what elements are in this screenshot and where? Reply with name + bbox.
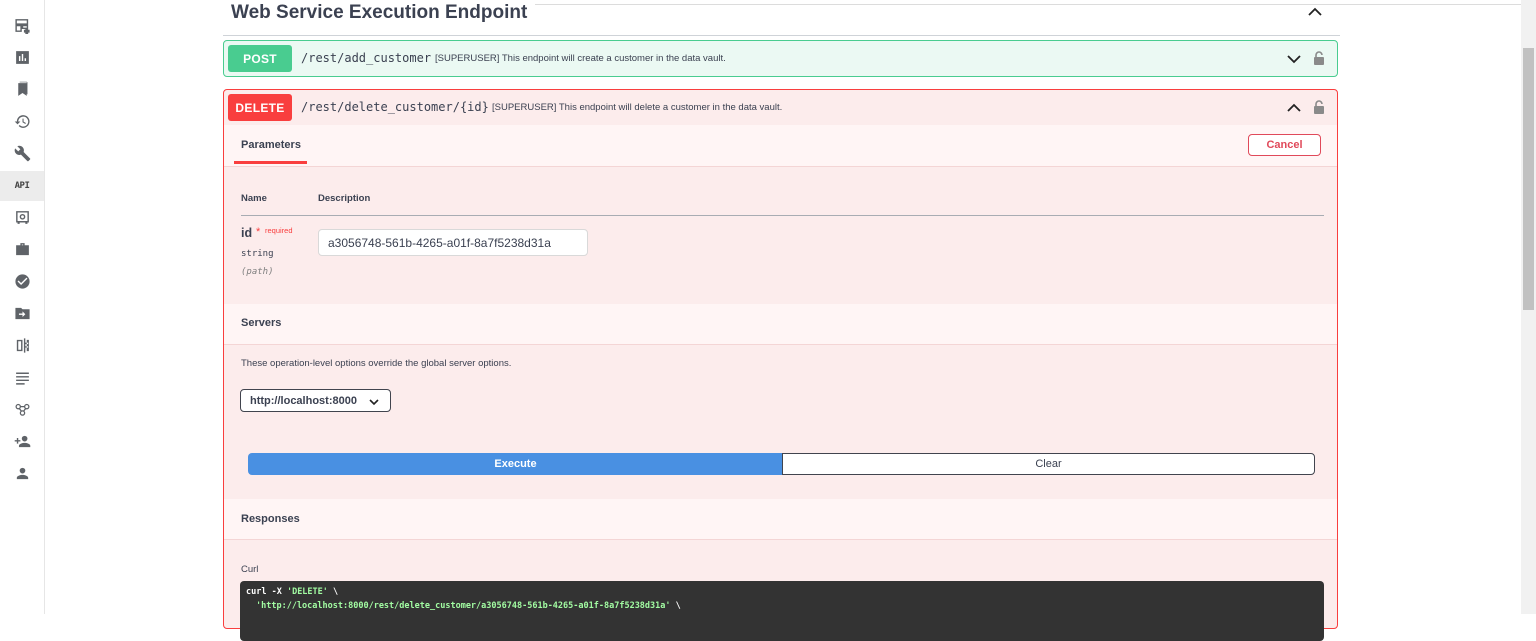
flow-icon[interactable] bbox=[0, 394, 44, 424]
chevron-down-icon[interactable] bbox=[1287, 52, 1301, 64]
curl-line-1: curl -X 'DELETE' \ bbox=[246, 587, 338, 597]
opblock-delete-customer: DELETE /rest/delete_customer/{id} [SUPER… bbox=[223, 89, 1338, 641]
top-divider bbox=[535, 4, 1521, 5]
cancel-button[interactable]: Cancel bbox=[1248, 134, 1321, 156]
column-header-description: Description bbox=[318, 193, 371, 204]
servers-header: Servers bbox=[224, 304, 1337, 345]
curl-code-block[interactable]: curl -X 'DELETE' \ 'http://localhost:800… bbox=[240, 581, 1324, 641]
check-circle-icon[interactable] bbox=[0, 266, 44, 296]
chevron-up-icon[interactable] bbox=[1287, 101, 1301, 113]
method-badge-post: POST bbox=[228, 45, 292, 72]
responses-header: Responses bbox=[224, 499, 1337, 540]
briefcase-icon[interactable] bbox=[0, 234, 44, 264]
execute-button[interactable]: Execute bbox=[248, 453, 783, 475]
id-input[interactable] bbox=[318, 229, 588, 256]
document-compare-icon[interactable] bbox=[0, 330, 44, 360]
clear-button[interactable]: Clear bbox=[782, 453, 1315, 475]
curl-label: Curl bbox=[241, 564, 259, 575]
text-lines-icon[interactable] bbox=[0, 362, 44, 392]
api-icon[interactable]: API bbox=[0, 171, 44, 201]
chevron-down-icon bbox=[369, 397, 379, 406]
history-icon[interactable] bbox=[0, 106, 44, 136]
method-badge-delete[interactable]: DELETE bbox=[228, 94, 292, 121]
section-title[interactable]: Web Service Execution Endpoint bbox=[231, 2, 527, 24]
curl-url: 'http://localhost:8000/rest/delete_custo… bbox=[256, 601, 671, 611]
curl-method: 'DELETE' bbox=[286, 587, 328, 597]
servers-title: Servers bbox=[241, 317, 282, 329]
bookmarks-icon[interactable] bbox=[0, 74, 44, 104]
responses-title: Responses bbox=[241, 513, 300, 525]
curl-continuation: \ bbox=[670, 601, 681, 611]
lock-icon[interactable] bbox=[1313, 99, 1325, 115]
dashboard-add-icon[interactable] bbox=[0, 10, 44, 40]
endpoint-summary: [SUPERUSER] This endpoint will delete a … bbox=[492, 102, 783, 113]
chevron-up-icon[interactable] bbox=[1307, 5, 1323, 19]
param-location: (path) bbox=[241, 267, 274, 277]
parameters-divider bbox=[241, 215, 1324, 216]
opblock-post-add-customer[interactable]: POST /rest/add_customer [SUPERUSER] This… bbox=[223, 40, 1338, 77]
lock-icon[interactable] bbox=[1313, 50, 1325, 66]
wrench-icon[interactable] bbox=[0, 138, 44, 168]
bar-chart-icon[interactable] bbox=[0, 42, 44, 72]
servers-note: These operation-level options override t… bbox=[241, 358, 512, 369]
api-label: API bbox=[14, 181, 30, 191]
param-type: string bbox=[241, 249, 274, 259]
scrollbar[interactable] bbox=[1521, 0, 1536, 614]
sidebar: API bbox=[0, 0, 45, 614]
required-star: * bbox=[256, 226, 261, 238]
server-select[interactable]: http://localhost:8000 bbox=[240, 389, 391, 412]
add-user-icon[interactable] bbox=[0, 426, 44, 456]
endpoint-path: /rest/add_customer bbox=[301, 51, 432, 65]
folder-move-icon[interactable] bbox=[0, 298, 44, 328]
required-label: required bbox=[265, 226, 293, 235]
parameters-header: Parameters Cancel bbox=[224, 125, 1337, 167]
curl-line-2: 'http://localhost:8000/rest/delete_custo… bbox=[256, 601, 681, 611]
tab-active-indicator bbox=[234, 161, 307, 164]
tab-parameters[interactable]: Parameters bbox=[241, 139, 301, 151]
column-header-name: Name bbox=[241, 193, 267, 204]
endpoint-summary: [SUPERUSER] This endpoint will create a … bbox=[435, 53, 726, 64]
person-icon[interactable] bbox=[0, 458, 44, 488]
scrollbar-thumb[interactable] bbox=[1523, 48, 1534, 310]
param-name: id bbox=[241, 226, 253, 240]
server-select-value: http://localhost:8000 bbox=[250, 395, 357, 407]
endpoint-path[interactable]: /rest/delete_customer/{id} bbox=[301, 100, 489, 114]
section-divider bbox=[223, 35, 1340, 36]
curl-command: curl -X bbox=[246, 587, 287, 597]
safe-icon[interactable] bbox=[0, 202, 44, 232]
curl-continuation: \ bbox=[327, 587, 339, 597]
